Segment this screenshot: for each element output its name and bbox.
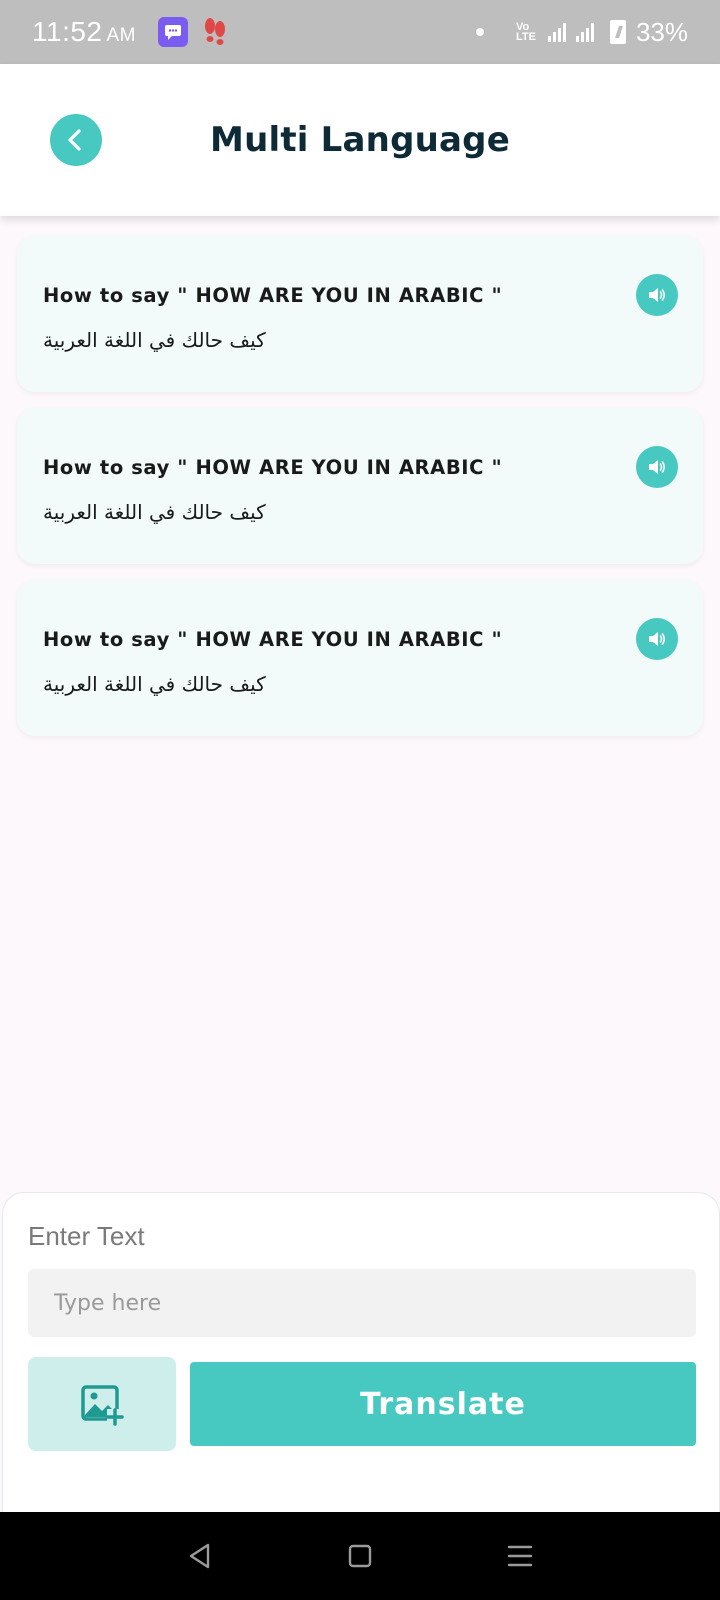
status-time-ampm: AM [106, 25, 136, 46]
chevron-left-icon [68, 129, 81, 151]
phrase-question: How to say " HOW ARE YOU IN ARABIC " [43, 456, 503, 479]
add-image-button[interactable] [28, 1357, 176, 1451]
phrase-list: How to say " HOW ARE YOU IN ARABIC " كيف… [17, 236, 703, 752]
footsteps-icon [205, 18, 225, 45]
status-time: 11:52 AM [32, 16, 136, 48]
phrase-card: How to say " HOW ARE YOU IN ARABIC " كيف… [17, 236, 703, 392]
nav-menu-button[interactable] [500, 1536, 540, 1576]
speaker-icon [649, 288, 666, 302]
signal-icon [547, 22, 566, 42]
status-bar: 11:52 AM Vo LTE 33% [0, 0, 720, 64]
input-panel: Enter Text Translate [2, 1192, 720, 1512]
system-nav-bar [0, 1512, 720, 1600]
square-home-icon [348, 1544, 372, 1568]
speaker-button[interactable] [636, 274, 678, 316]
speaker-icon [649, 460, 666, 474]
menu-icon [507, 1545, 533, 1567]
input-label: Enter Text [28, 1221, 145, 1251]
speaker-button[interactable] [636, 446, 678, 488]
phrase-translation: كيف حالك في اللغة العربية [43, 500, 266, 524]
phrase-translation: كيف حالك في اللغة العربية [43, 672, 266, 696]
nav-home-button[interactable] [340, 1536, 380, 1576]
phrase-card: How to say " HOW ARE YOU IN ARABIC " كيف… [17, 408, 703, 564]
status-indicators: Vo LTE 33% [475, 16, 688, 48]
page-title: Multi Language [210, 120, 510, 160]
translate-button[interactable]: Translate [190, 1362, 696, 1446]
battery-percent: 33% [635, 16, 688, 47]
notification-dot-icon [475, 28, 484, 36]
signal-lte-icon [575, 22, 594, 42]
phrase-question: How to say " HOW ARE YOU IN ARABIC " [43, 628, 503, 651]
app-header: Multi Language [0, 64, 720, 216]
nav-back-button[interactable] [180, 1536, 220, 1576]
battery-icon [609, 20, 626, 44]
add-image-icon [81, 1385, 124, 1426]
chat-app-icon [158, 17, 188, 47]
status-time-value: 11:52 [32, 16, 103, 47]
back-button[interactable] [50, 114, 102, 166]
triangle-back-icon [189, 1543, 210, 1569]
phrase-card: How to say " HOW ARE YOU IN ARABIC " كيف… [17, 580, 703, 736]
text-input[interactable] [28, 1269, 696, 1337]
speaker-button[interactable] [636, 618, 678, 660]
phrase-translation: كيف حالك في اللغة العربية [43, 328, 266, 352]
volte-icon: Vo LTE [515, 21, 536, 43]
phrase-question: How to say " HOW ARE YOU IN ARABIC " [43, 284, 503, 307]
speaker-icon [649, 632, 666, 646]
